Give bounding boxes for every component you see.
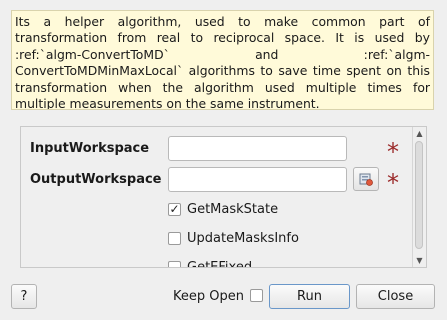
get-efixed-label: GetEFixed bbox=[187, 260, 253, 268]
scroll-up-icon[interactable]: ▲ bbox=[413, 127, 426, 140]
get-mask-state-label: GetMaskState bbox=[187, 202, 279, 217]
workspace-icon bbox=[359, 173, 373, 186]
algorithm-description: Its a helper algorithm, used to make com… bbox=[11, 10, 434, 110]
browse-workspace-button[interactable] bbox=[353, 167, 379, 191]
update-masks-info-checkbox[interactable] bbox=[168, 232, 181, 245]
input-workspace-required-icon: * bbox=[387, 138, 399, 166]
scroll-thumb[interactable] bbox=[415, 141, 423, 249]
get-mask-state-checkbox[interactable]: ✓ bbox=[168, 203, 181, 216]
output-workspace-label: OutputWorkspace bbox=[30, 172, 162, 187]
keep-open-label: Keep Open bbox=[173, 289, 244, 304]
properties-panel: InputWorkspace * OutputWorkspace * ✓ Get… bbox=[20, 126, 427, 268]
output-workspace-field[interactable] bbox=[168, 167, 347, 192]
update-masks-info-label: UpdateMasksInfo bbox=[187, 231, 299, 246]
input-workspace-field[interactable] bbox=[168, 136, 347, 161]
scroll-down-icon[interactable]: ▼ bbox=[413, 254, 426, 267]
description-text: Its a helper algorithm, used to make com… bbox=[15, 14, 430, 110]
output-workspace-required-icon: * bbox=[387, 169, 399, 197]
input-workspace-label: InputWorkspace bbox=[30, 141, 150, 156]
help-button[interactable]: ? bbox=[11, 284, 37, 309]
vertical-scrollbar[interactable]: ▲ ▼ bbox=[412, 127, 426, 267]
keep-open-checkbox[interactable] bbox=[250, 289, 263, 302]
run-button[interactable]: Run bbox=[269, 284, 350, 309]
close-button[interactable]: Close bbox=[356, 284, 435, 309]
get-efixed-checkbox[interactable] bbox=[168, 261, 181, 267]
